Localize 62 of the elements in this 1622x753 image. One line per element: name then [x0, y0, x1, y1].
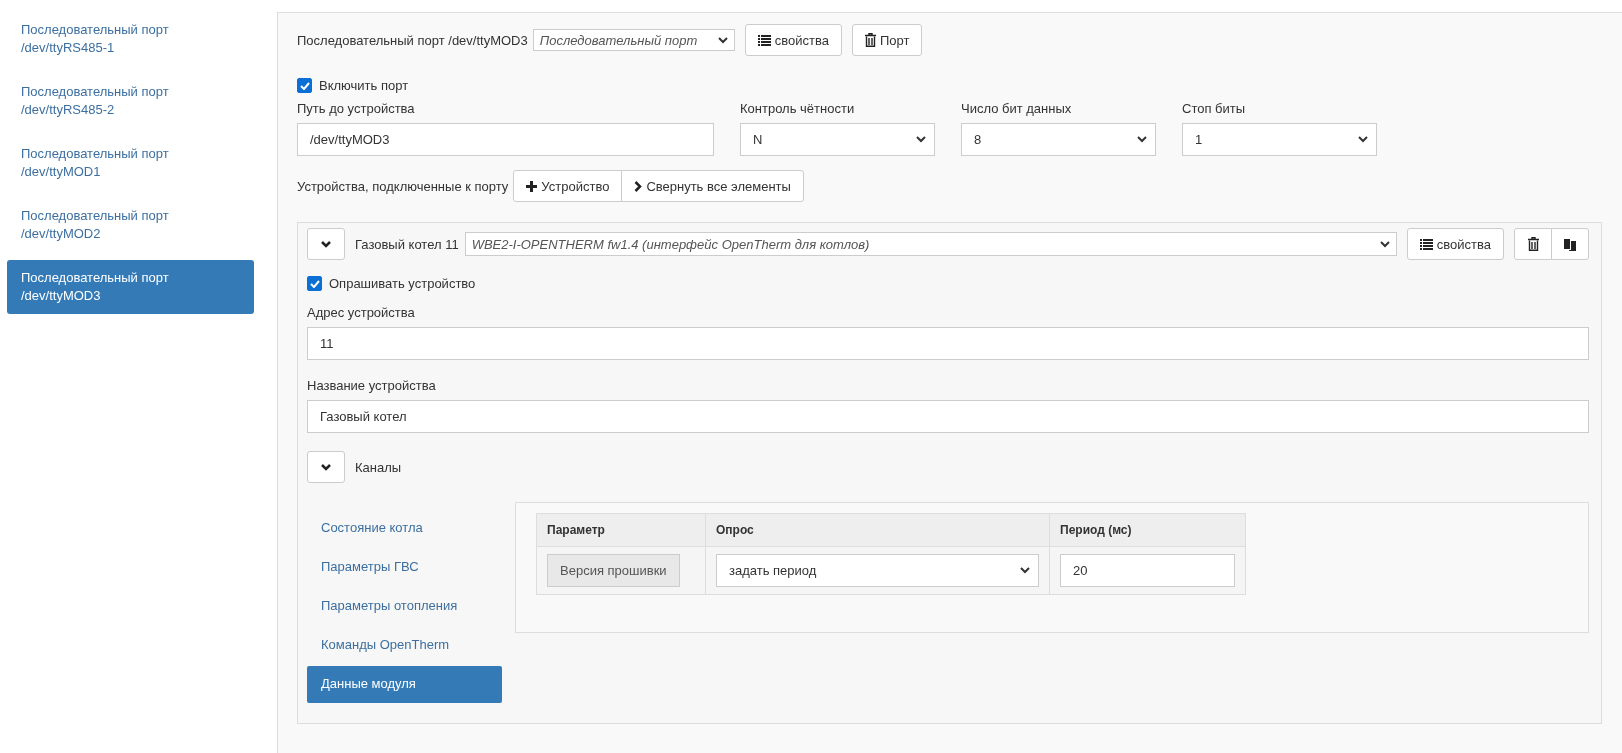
- column-header: Опрос: [705, 513, 1050, 547]
- delete-button[interactable]: [1514, 228, 1552, 260]
- sidebar-item[interactable]: Последовательный порт /dev/ttyRS485-1: [7, 12, 254, 66]
- sidebar-item[interactable]: Последовательный порт /dev/ttyMOD2: [7, 198, 254, 252]
- input-field[interactable]: 11: [307, 327, 1589, 360]
- checkbox[interactable]: [297, 78, 312, 93]
- collapse-all-button[interactable]: Свернуть все элементы: [621, 170, 804, 202]
- field-label: Контроль чётности: [740, 101, 856, 116]
- chevron-down-icon: [320, 238, 332, 250]
- trash-icon: [864, 33, 876, 47]
- delete-port-button[interactable]: Порт: [851, 24, 923, 56]
- list-icon: [757, 34, 771, 46]
- parameter-name: Версия прошивки: [547, 554, 680, 587]
- chevron-down-icon: [320, 461, 332, 473]
- checkbox-label: Включить порт: [319, 78, 409, 93]
- properties-button[interactable]: свойства: [744, 24, 842, 56]
- channels-toggle-button[interactable]: [307, 451, 345, 483]
- period-input[interactable]: 20: [1060, 554, 1235, 587]
- trash-icon: [1527, 237, 1539, 251]
- checkbox-label: Опрашивать устройство: [329, 276, 476, 291]
- column-header: Период (мс): [1049, 513, 1246, 547]
- copy-icon: [1564, 237, 1576, 251]
- sidebar-item[interactable]: Последовательный порт /dev/ttyMOD3: [7, 260, 254, 314]
- device-toggle-button[interactable]: [307, 228, 345, 260]
- channel-tab[interactable]: Параметры ГВС: [307, 549, 502, 586]
- select-field[interactable]: 8: [961, 123, 1156, 156]
- channels-label: Каналы: [355, 459, 402, 475]
- input-field[interactable]: /dev/ttyMOD3: [297, 123, 714, 156]
- field-label: Путь до устройства: [297, 101, 416, 116]
- caret-icon: [1137, 136, 1147, 143]
- input-field[interactable]: Газовый котел: [307, 400, 1589, 433]
- select-field[interactable]: N: [740, 123, 935, 156]
- copy-button[interactable]: [1551, 228, 1589, 260]
- port-type-select[interactable]: Последовательный порт: [532, 29, 735, 51]
- caret-icon: [717, 36, 728, 44]
- chevron-right-icon: [634, 180, 643, 192]
- poll-select[interactable]: задать период: [716, 554, 1039, 587]
- field-label: Число бит данных: [961, 101, 1073, 116]
- caret-icon: [916, 136, 926, 143]
- select-field[interactable]: 1: [1182, 123, 1377, 156]
- sidebar-item[interactable]: Последовательный порт /dev/ttyRS485-2: [7, 74, 254, 128]
- sidebar-item[interactable]: Последовательный порт /dev/ttyMOD1: [7, 136, 254, 190]
- field-label: Адрес устройства: [307, 305, 416, 320]
- field-label: Стоп биты: [1182, 101, 1247, 116]
- channel-tab[interactable]: Состояние котла: [307, 510, 502, 547]
- checkbox[interactable]: [307, 276, 322, 291]
- properties-button[interactable]: свойства: [1406, 228, 1504, 260]
- channel-tab[interactable]: Параметры отопления: [307, 588, 502, 625]
- port-title: Последовательный порт /dev/ttyMOD3: [297, 32, 528, 48]
- device-template-select[interactable]: WBE2-I-OPENTHERM fw1.4 (интерфейс OpenTherm для котлов): [464, 232, 1397, 256]
- field-label: Название устройства: [307, 378, 437, 393]
- channel-tab[interactable]: Команды OpenTherm: [307, 627, 502, 664]
- caret-icon: [1379, 240, 1390, 248]
- channel-tab[interactable]: Данные модуля: [307, 666, 502, 703]
- plus-icon: [526, 180, 538, 192]
- column-header: Параметр: [536, 513, 706, 547]
- devices-label: Устройства, подключенные к порту: [297, 178, 509, 194]
- add-device-button[interactable]: Устройство: [513, 170, 623, 202]
- device-name: Газовый котел 11: [355, 236, 459, 252]
- caret-icon: [1020, 567, 1030, 574]
- caret-icon: [1358, 136, 1368, 143]
- list-icon: [1419, 238, 1433, 250]
